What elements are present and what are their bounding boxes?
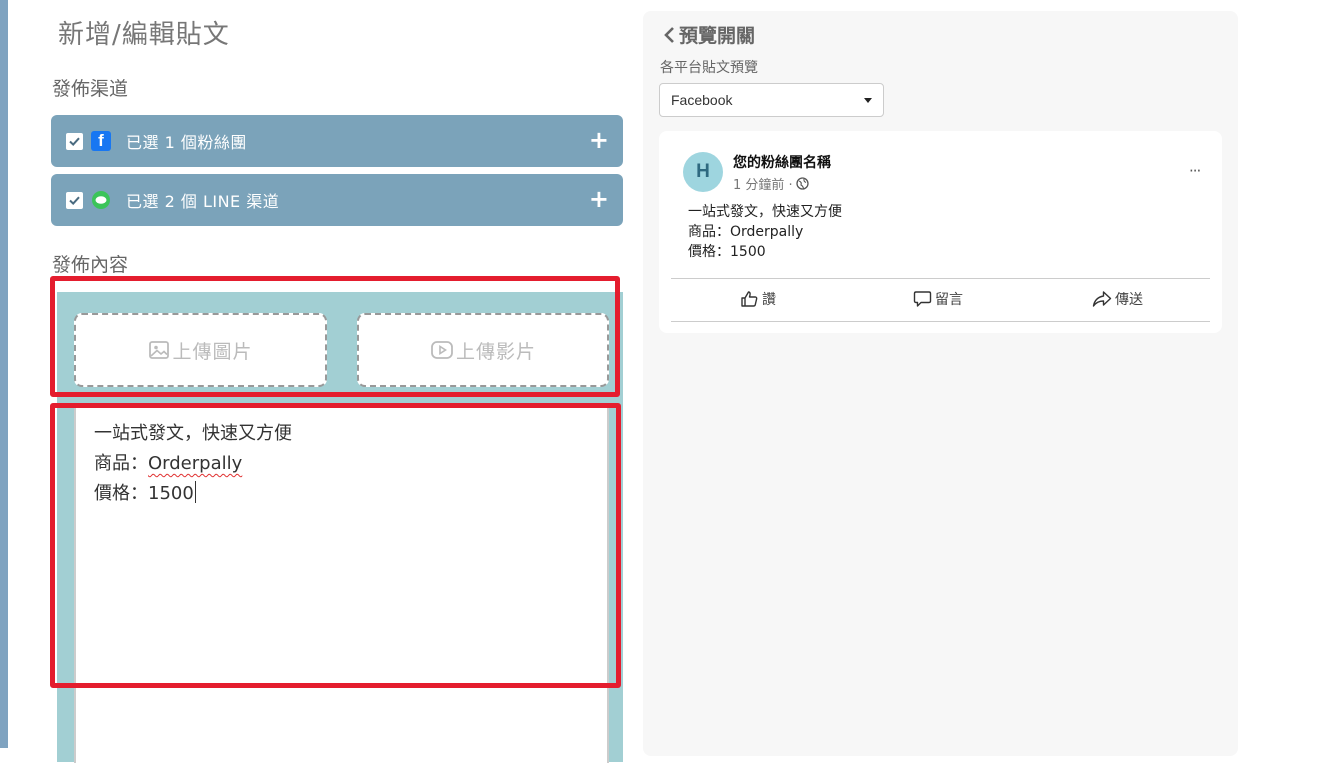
- upload-video-label: 上傳影片: [455, 340, 536, 363]
- left-edge-strip: [0, 0, 8, 748]
- post-line: 商品：Orderpally: [688, 224, 804, 240]
- line-icon: [91, 190, 111, 210]
- upload-image-label: 上傳圖片: [172, 340, 253, 363]
- preview-panel: [643, 11, 1238, 756]
- upload-video-button[interactable]: 上傳影片: [357, 313, 609, 387]
- share-label: 傳送: [1115, 292, 1143, 308]
- add-line-channel-button[interactable]: +: [589, 186, 609, 212]
- preview-toggle[interactable]: 預覽開關: [662, 21, 755, 48]
- line-channel-checkbox[interactable]: [66, 191, 83, 209]
- post-line: 一站式發文，快速又方便: [688, 204, 842, 220]
- comment-icon: [913, 291, 932, 307]
- post-line: 價格：1500: [688, 244, 766, 260]
- editor-line-text: 價格：1500: [94, 483, 194, 504]
- line-channel-bar[interactable]: 已選 2 個 LINE 渠道 +: [51, 174, 623, 226]
- more-options-icon[interactable]: ···: [1189, 162, 1201, 180]
- comment-label: 留言: [935, 292, 963, 308]
- share-button[interactable]: 傳送: [1092, 289, 1143, 309]
- comment-button[interactable]: 留言: [913, 289, 963, 309]
- like-button[interactable]: 讚: [740, 289, 776, 309]
- platform-select[interactable]: Facebook: [659, 83, 884, 117]
- like-label: 讚: [762, 292, 776, 308]
- checkmark-icon: [69, 196, 80, 205]
- facebook-channel-checkbox[interactable]: [66, 132, 83, 150]
- editor-line: 一站式發文，快速又方便: [94, 423, 292, 444]
- thumbs-up-icon: [741, 291, 758, 307]
- chevron-left-icon: [664, 26, 674, 43]
- image-icon: [149, 341, 170, 359]
- editor-line: 價格：1500: [94, 479, 589, 509]
- misspelled-word: Orderpally: [148, 453, 243, 474]
- checkmark-icon: [69, 137, 80, 146]
- divider: [671, 321, 1210, 322]
- add-facebook-page-button[interactable]: +: [589, 127, 609, 153]
- globe-icon: [796, 177, 809, 190]
- editor-line: 商品：Orderpally: [94, 449, 589, 479]
- preview-toggle-label: 預覽開關: [679, 25, 756, 47]
- platform-select-value: Facebook: [671, 92, 733, 108]
- divider: [671, 278, 1210, 279]
- preview-subtitle: 各平台貼文預覽: [660, 60, 758, 76]
- content-section-label: 發佈內容: [52, 254, 129, 276]
- post-timestamp: 1 分鐘前 ·: [733, 174, 809, 193]
- facebook-icon: f: [91, 131, 111, 151]
- upload-image-button[interactable]: 上傳圖片: [74, 313, 327, 387]
- post-time-text: 1 分鐘前 ·: [733, 178, 793, 193]
- facebook-channel-bar[interactable]: f 已選 1 個粉絲團 +: [51, 115, 623, 167]
- facebook-channel-label: 已選 1 個粉絲團: [126, 133, 247, 152]
- text-cursor: [194, 481, 196, 503]
- video-play-icon: [431, 341, 453, 359]
- avatar: H: [683, 152, 723, 192]
- editor-line-prefix: 商品：: [94, 453, 148, 474]
- caret-down-icon: [864, 97, 872, 103]
- post-content-editor[interactable]: 一站式發文，快速又方便 商品：Orderpally 價格：1500: [74, 403, 609, 763]
- line-channel-label: 已選 2 個 LINE 渠道: [126, 192, 280, 211]
- post-body: 一站式發文，快速又方便 商品：Orderpally 價格：1500: [688, 202, 842, 262]
- post-page-name: 您的粉絲團名稱: [733, 155, 831, 171]
- share-arrow-icon: [1092, 291, 1112, 307]
- channels-section-label: 發佈渠道: [52, 78, 129, 100]
- page-title: 新增/編輯貼文: [58, 20, 230, 50]
